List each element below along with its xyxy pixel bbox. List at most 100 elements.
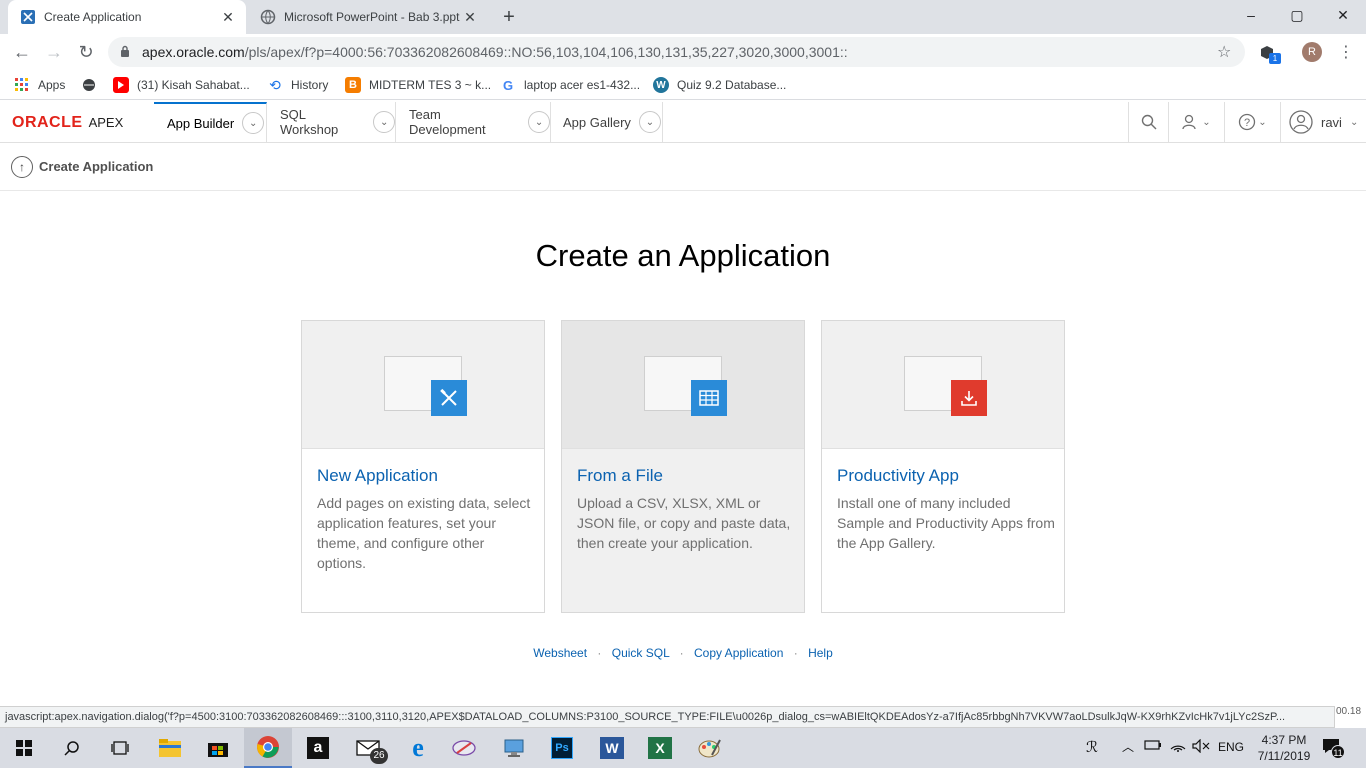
chevron-down-icon[interactable]: ⌄ [373, 111, 395, 133]
bookmark-globe[interactable] [81, 76, 105, 94]
lock-icon [120, 45, 132, 60]
nav-label: App Builder [167, 115, 235, 131]
card-description: Install one of many included Sample and … [837, 495, 1055, 551]
history-icon: ⟲ [269, 76, 281, 93]
link-separator: · [679, 646, 684, 660]
page-footer-fragment: 00.18 [1336, 706, 1362, 717]
blogger-icon: B [345, 77, 361, 93]
close-window-button[interactable]: ✕ [1320, 0, 1366, 30]
bookmark-youtube[interactable]: (31) Kisah Sahabat... [113, 76, 250, 94]
arrow-up-icon[interactable]: ↑ [11, 155, 33, 178]
task-view-icon[interactable] [96, 728, 144, 768]
amazon-icon[interactable]: a [294, 728, 342, 768]
bookmark-history[interactable]: ⟲ History [267, 76, 328, 94]
tab-create-application[interactable]: Create Application ✕ [8, 0, 246, 34]
user-avatar-icon [1289, 110, 1313, 134]
bookmark-google[interactable]: G laptop acer es1-432... [500, 76, 640, 94]
forward-button[interactable]: → [40, 38, 68, 66]
chrome-icon[interactable] [244, 728, 292, 768]
bookmark-label: laptop acer es1-432... [524, 78, 641, 92]
search-icon[interactable] [1128, 102, 1168, 142]
download-icon [951, 380, 987, 416]
maximize-button[interactable]: ▢ [1274, 0, 1320, 30]
user-menu[interactable]: ravi ⌄ [1280, 102, 1366, 142]
nav-app-builder[interactable]: App Builder ⌄ [154, 102, 267, 142]
nav-label: SQL Workshop [280, 107, 339, 137]
store-icon[interactable] [194, 728, 242, 768]
chevron-down-icon[interactable]: ⌄ [638, 111, 661, 133]
svg-text:?: ? [1244, 117, 1250, 129]
tab-powerpoint[interactable]: Microsoft PowerPoint - Bab 3.ppt ✕ [248, 0, 488, 34]
profile-avatar[interactable]: R [1302, 42, 1322, 62]
edge-icon[interactable]: e [394, 728, 442, 768]
battery-icon[interactable] [1144, 739, 1162, 754]
table-icon [691, 380, 727, 416]
card-illustration [302, 321, 544, 449]
help-link[interactable]: Help [808, 646, 833, 660]
close-tab-icon[interactable]: ✕ [220, 9, 236, 25]
minimize-button[interactable]: – [1228, 0, 1274, 30]
word-icon[interactable]: W [588, 728, 636, 768]
bookmark-blogger[interactable]: B MIDTERM TES 3 ~ k... [345, 76, 491, 94]
wifi-icon[interactable] [1169, 738, 1187, 755]
windows-start-icon[interactable] [0, 728, 48, 768]
nav-sql-workshop[interactable]: SQL Workshop ⌄ [267, 102, 396, 142]
back-button[interactable]: ← [8, 38, 36, 66]
breadcrumb: ↑ Create Application [0, 143, 1366, 191]
bookmarks-bar: Apps (31) Kisah Sahabat... ⟲ History B M… [0, 70, 1366, 100]
bookmark-star-icon[interactable]: ☆ [1217, 42, 1237, 62]
new-tab-button[interactable]: + [498, 6, 520, 28]
paint-icon[interactable] [686, 728, 734, 768]
bookmark-wordpress[interactable]: W Quiz 9.2 Database... [653, 76, 786, 94]
card-from-a-file[interactable]: From a File Upload a CSV, XLSX, XML or J… [561, 320, 805, 613]
apex-logo-text: APEX [88, 115, 124, 130]
card-productivity-app[interactable]: Productivity App Install one of many inc… [821, 320, 1065, 613]
card-new-application[interactable]: New Application Add pages on existing da… [301, 320, 545, 613]
websheet-link[interactable]: Websheet [533, 646, 587, 660]
bookmark-label: MIDTERM TES 3 ~ k... [369, 78, 492, 92]
people-icon[interactable]: ℛ [1086, 738, 1098, 756]
photoshop-icon[interactable]: Ps [538, 728, 586, 768]
chevron-down-icon[interactable]: ⌄ [242, 112, 265, 134]
copy-application-link[interactable]: Copy Application [694, 646, 783, 660]
link-separator: · [793, 646, 798, 660]
chevron-up-icon[interactable]: ︿ [1122, 738, 1134, 755]
excel-icon[interactable]: X [636, 728, 684, 768]
tab-title: Microsoft PowerPoint - Bab 3.ppt [284, 10, 460, 24]
volume-muted-icon[interactable] [1192, 738, 1210, 756]
taskbar: a 26 e Ps W X ℛ ︿ ENG 4:37 PM 7/11/2019 … [0, 728, 1366, 768]
youtube-icon [113, 77, 129, 93]
search-icon[interactable] [48, 728, 96, 768]
google-icon: G [502, 77, 514, 93]
clock-time: 4:37 PM [1261, 733, 1307, 747]
url-host: apex.oracle.com [142, 44, 245, 60]
user-name: ravi [1321, 114, 1342, 130]
network-icon[interactable] [490, 728, 538, 768]
breadcrumb-current: Create Application [39, 159, 154, 174]
reload-button[interactable]: ↻ [72, 38, 100, 66]
chevron-down-icon[interactable]: ⌄ [528, 111, 550, 133]
mail-icon[interactable]: 26 [344, 728, 392, 768]
clock[interactable]: 4:37 PM 7/11/2019 [1252, 732, 1316, 764]
nav-team-development[interactable]: Team Development ⌄ [396, 102, 551, 142]
file-explorer-icon[interactable] [146, 728, 194, 768]
close-tab-icon[interactable]: ✕ [462, 9, 478, 25]
address-bar[interactable]: apex.oracle.com/pls/apex/f?p=4000:56:703… [108, 37, 1245, 67]
footer-links: Websheet · Quick SQL · Copy Application … [0, 646, 1366, 660]
language-indicator[interactable]: ENG [1218, 740, 1244, 754]
notifications-icon[interactable]: 11 [1322, 738, 1345, 759]
card-title[interactable]: New Application [317, 466, 438, 486]
nav-app-gallery[interactable]: App Gallery ⌄ [551, 102, 663, 142]
help-icon[interactable]: ? ⌄ [1224, 102, 1280, 142]
chrome-menu-icon[interactable]: ⋮ [1338, 42, 1354, 62]
snipping-tool-icon[interactable] [440, 728, 488, 768]
card-title[interactable]: Productivity App [837, 466, 959, 486]
bookmark-apps[interactable]: Apps [14, 76, 65, 94]
quick-sql-link[interactable]: Quick SQL [612, 646, 670, 660]
url-text: apex.oracle.com/pls/apex/f?p=4000:56:703… [142, 44, 1217, 60]
oracle-apex-logo[interactable]: ORACLE APEX [12, 114, 123, 132]
extension-icon[interactable]: 1 [1258, 43, 1281, 64]
card-title[interactable]: From a File [577, 466, 663, 486]
administration-icon[interactable]: ⌄ [1168, 102, 1224, 142]
bookmark-label: History [291, 78, 329, 92]
